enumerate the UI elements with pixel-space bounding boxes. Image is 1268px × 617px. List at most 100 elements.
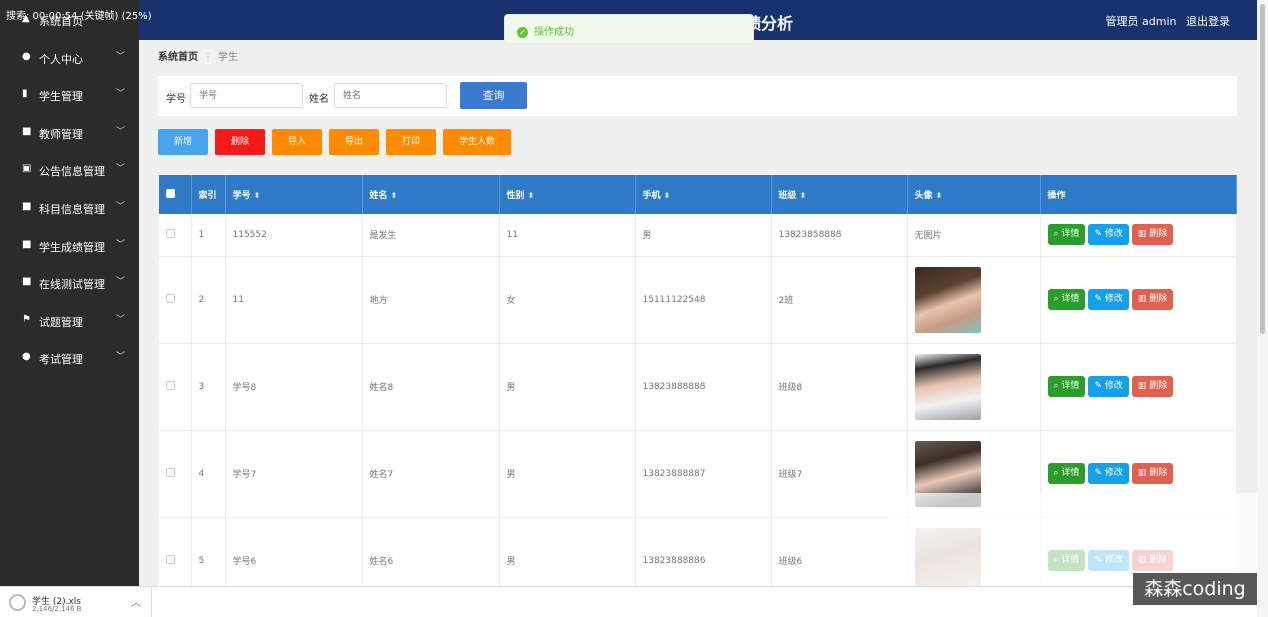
- trash-icon: ▥: [1137, 468, 1150, 478]
- import-button[interactable]: 导入: [272, 129, 322, 155]
- user-area: 管理员 admin 退出登录: [1100, 13, 1230, 29]
- grid-icon: ■: [22, 201, 32, 212]
- breadcrumb: 系统首页 ⋮ 学生: [158, 52, 238, 63]
- table-row: 2 11 地方 女 15111122548 2班 ⌕ 详情 ✎ 修改 ▥ 删除: [159, 256, 1237, 344]
- detail-button[interactable]: ⌕ 详情: [1047, 463, 1086, 484]
- watermark: 森森coding: [1133, 573, 1257, 605]
- trash-icon: ▥: [1137, 381, 1150, 391]
- col-xingming[interactable]: 姓名 ⬍: [362, 175, 500, 214]
- chevron-down-icon: ﹀: [115, 352, 125, 362]
- chevron-down-icon: ﹀: [115, 127, 125, 137]
- row-delete-button[interactable]: ▥ 删除: [1131, 376, 1174, 397]
- detail-button[interactable]: ⌕ 详情: [1047, 224, 1086, 246]
- sidebar-item-notices[interactable]: ▣ 公告信息管理 ﹀: [0, 155, 139, 185]
- success-toast: ✓ 操作成功: [504, 14, 754, 44]
- query-button[interactable]: 查询: [460, 82, 527, 109]
- row-delete-button[interactable]: ▥ 删除: [1131, 463, 1174, 484]
- trash-icon: ▥: [1137, 229, 1150, 240]
- row-delete-button[interactable]: ▥ 删除: [1131, 289, 1174, 310]
- col-shouji[interactable]: 手机 ⬍: [635, 175, 772, 214]
- avatar-photo: [914, 266, 981, 333]
- flag-icon: ⚑: [22, 314, 31, 325]
- row-checkbox[interactable]: [166, 554, 175, 564]
- detail-button[interactable]: ⌕ 详情: [1047, 376, 1086, 397]
- student-count-button[interactable]: 学生人数: [443, 129, 511, 155]
- xuehao-input[interactable]: [190, 83, 303, 108]
- col-index: 索引: [191, 175, 226, 214]
- col-touxiang[interactable]: 头像 ⬍: [907, 175, 1041, 214]
- sort-icon: ⬍: [390, 191, 398, 200]
- table-row: 3 学号8 姓名8 男 13823888888 班级8 ⌕ 详情 ✎ 修改 ▥ 删除: [159, 343, 1237, 431]
- image-icon: ▣: [22, 163, 32, 174]
- chevron-up-icon[interactable]: ︿: [131, 594, 141, 609]
- recording-overlay: 搜索: 00:00:54 (关键帧) (25%): [6, 11, 152, 22]
- grid-icon: ■: [22, 276, 32, 287]
- sidebar-item-personal[interactable]: ● 个人中心 ﹀: [0, 43, 139, 73]
- chart-icon: ▮: [22, 88, 28, 99]
- chevron-down-icon: ﹀: [115, 164, 125, 174]
- pin-icon: ●: [22, 351, 31, 362]
- avatar-photo: [914, 353, 981, 420]
- download-size: 2,146/2,146 B: [32, 605, 82, 613]
- col-xingbie[interactable]: 性别 ⬍: [499, 175, 636, 214]
- sort-icon: ⬍: [935, 191, 943, 200]
- page-scrollbar[interactable]: [1257, 0, 1268, 617]
- grid-icon: ■: [22, 239, 32, 250]
- sidebar-item-students[interactable]: ▮ 学生管理 ﹀: [0, 80, 139, 110]
- edit-button[interactable]: ✎ 修改: [1088, 289, 1129, 310]
- scrollbar-thumb[interactable]: [1260, 4, 1265, 334]
- pencil-icon: ✎: [1094, 294, 1105, 304]
- search-panel: 学号 姓名 查询: [158, 76, 1237, 116]
- sidebar-item-teachers[interactable]: ■ 教师管理 ﹀: [0, 118, 139, 148]
- delete-button[interactable]: 删除: [215, 129, 265, 155]
- sidebar-item-subjects[interactable]: ■ 科目信息管理 ﹀: [0, 193, 139, 223]
- breadcrumb-home[interactable]: 系统首页: [158, 52, 198, 63]
- sidebar-item-online-tests[interactable]: ■ 在线测试管理 ﹀: [0, 268, 139, 298]
- edit-button[interactable]: ✎ 修改: [1088, 224, 1129, 246]
- select-all-checkbox[interactable]: [166, 188, 175, 198]
- chevron-down-icon: ﹀: [115, 277, 125, 287]
- logout-link[interactable]: 退出登录: [1186, 15, 1230, 28]
- chevron-down-icon: ﹀: [115, 52, 125, 62]
- table-row: 1 115552 是发生 11 男 13823858888 无图片 ⌕ 详情 ✎ …: [159, 214, 1237, 257]
- edit-button[interactable]: ✎ 修改: [1088, 376, 1129, 397]
- row-checkbox[interactable]: [166, 467, 175, 477]
- col-xuehao[interactable]: 学号 ⬍: [225, 175, 363, 214]
- xingming-input[interactable]: [334, 83, 447, 108]
- col-banji[interactable]: 班级 ⬍: [771, 175, 908, 214]
- row-delete-button[interactable]: ▥ 删除: [1131, 224, 1174, 246]
- user-icon: ●: [22, 51, 31, 62]
- chevron-down-icon: ﹀: [115, 89, 125, 99]
- no-image-text: 无图片: [907, 214, 1041, 257]
- xingming-label: 姓名: [309, 94, 329, 105]
- pencil-icon: ✎: [1094, 468, 1105, 478]
- add-button[interactable]: 新增: [158, 129, 208, 155]
- col-caozuo: 操作: [1040, 175, 1237, 214]
- breadcrumb-current: 学生: [218, 52, 238, 63]
- sidebar-item-questions[interactable]: ⚑ 试题管理 ﹀: [0, 306, 139, 336]
- sort-icon: ⬍: [663, 191, 671, 200]
- check-icon: ✓: [517, 27, 528, 38]
- edit-button[interactable]: ✎ 修改: [1088, 463, 1129, 484]
- sort-icon: ⬍: [253, 191, 261, 200]
- grid-icon: ■: [22, 126, 32, 137]
- export-button[interactable]: 导出: [329, 129, 379, 155]
- download-bar: 学生 (2).xls 2,146/2,146 B ︿: [0, 586, 1257, 617]
- sort-icon: ⬍: [527, 191, 535, 200]
- sort-icon: ⬍: [799, 191, 807, 200]
- table-header: 索引 学号 ⬍ 姓名 ⬍ 性别 ⬍ 手机 ⬍ 班级 ⬍ 头像 ⬍ 操作: [159, 175, 1237, 214]
- print-button[interactable]: 打印: [386, 129, 436, 155]
- sidebar: ▲ 系统首页 ● 个人中心 ﹀ ▮ 学生管理 ﹀ ■ 教师管理 ﹀ ▣ 公告信息管理 ﹀ ■ 科目信…: [0, 0, 139, 586]
- xuehao-label: 学号: [166, 94, 186, 105]
- pencil-icon: ✎: [1094, 381, 1105, 391]
- detail-button[interactable]: ⌕ 详情: [1047, 289, 1086, 310]
- row-checkbox[interactable]: [166, 293, 175, 303]
- chevron-down-icon: ﹀: [115, 202, 125, 212]
- row-checkbox[interactable]: [166, 380, 175, 390]
- sidebar-item-scores[interactable]: ■ 学生成绩管理 ﹀: [0, 231, 139, 261]
- file-progress-icon: [9, 594, 26, 611]
- sidebar-item-exams[interactable]: ● 考试管理 ﹀: [0, 343, 139, 373]
- trash-icon: ▥: [1137, 294, 1150, 304]
- download-item[interactable]: 学生 (2).xls 2,146/2,146 B ︿: [0, 587, 152, 617]
- row-checkbox[interactable]: [166, 228, 175, 238]
